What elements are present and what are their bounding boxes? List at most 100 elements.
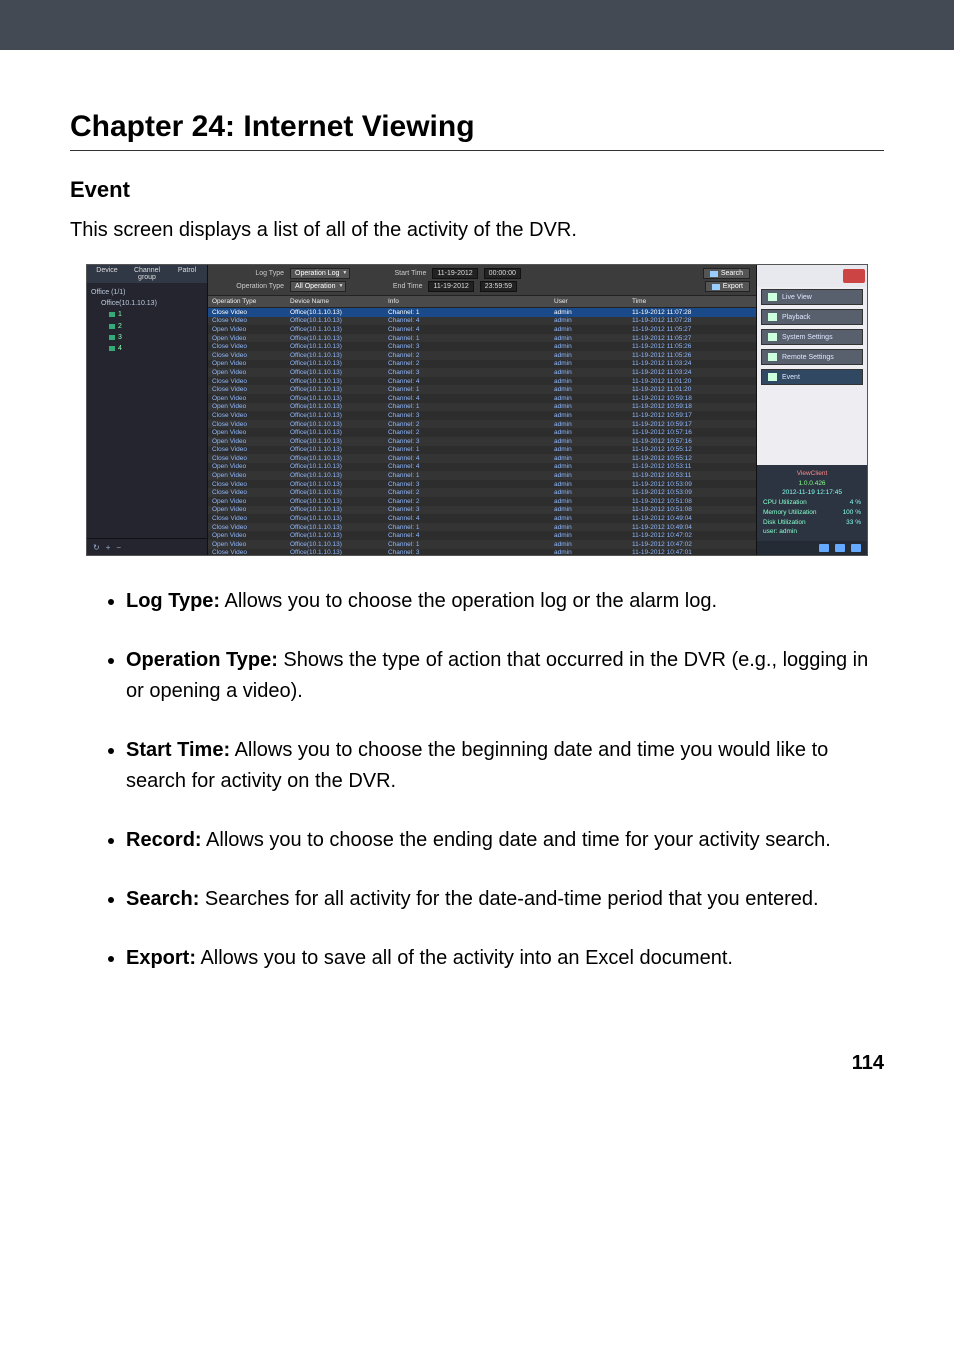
log-type-select[interactable]: Operation Log [290,268,350,279]
table-cell: admin [550,446,628,455]
table-row[interactable]: Open VideoOffice(10.1.10.13)Channel: 2ad… [208,428,756,437]
table-row[interactable]: Open VideoOffice(10.1.10.13)Channel: 1ad… [208,540,756,549]
feature-bullet: Export: Allows you to save all of the ac… [126,943,884,974]
table-row[interactable]: Open VideoOffice(10.1.10.13)Channel: 3ad… [208,506,756,515]
col-device-name[interactable]: Device Name [286,296,384,307]
table-cell: Office(10.1.10.13) [286,385,384,394]
chapter-title: Chapter 24: Internet Viewing [70,110,884,144]
table-row[interactable]: Open VideoOffice(10.1.10.13)Channel: 2ad… [208,360,756,369]
table-row[interactable]: Close VideoOffice(10.1.10.13)Channel: 3a… [208,411,756,420]
table-row[interactable]: Close VideoOffice(10.1.10.13)Channel: 1a… [208,523,756,532]
table-cell: Open Video [208,360,286,369]
operation-type-select[interactable]: All Operation [290,281,346,292]
end-date-input[interactable]: 11-19-2012 [428,281,473,292]
tab-patrol[interactable]: Patrol [167,265,207,283]
table-row[interactable]: Close VideoOffice(10.1.10.13)Channel: 4a… [208,317,756,326]
nav-event[interactable]: Event [761,369,863,385]
table-row[interactable]: Open VideoOffice(10.1.10.13)Channel: 3ad… [208,368,756,377]
table-row[interactable]: Close VideoOffice(10.1.10.13)Channel: 3a… [208,549,756,555]
table-row[interactable]: Close VideoOffice(10.1.10.13)Channel: 1a… [208,446,756,455]
start-date-input[interactable]: 11-19-2012 [432,268,477,279]
table-row[interactable]: Open VideoOffice(10.1.10.13)Channel: 4ad… [208,463,756,472]
status-icon-1[interactable] [819,544,829,552]
table-row[interactable]: Open VideoOffice(10.1.10.13)Channel: 2ad… [208,497,756,506]
table-cell: Open Video [208,403,286,412]
table-row[interactable]: Open VideoOffice(10.1.10.13)Channel: 4ad… [208,531,756,540]
table-cell: admin [550,471,628,480]
end-time-input[interactable]: 23:59:59 [480,281,517,292]
table-cell: Channel: 3 [384,506,550,515]
table-row[interactable]: Close VideoOffice(10.1.10.13)Channel: 2a… [208,488,756,497]
table-cell: Office(10.1.10.13) [286,334,384,343]
table-cell: Channel: 1 [384,308,550,317]
nav-playback[interactable]: Playback [761,309,863,325]
col-operation-type[interactable]: Operation Type [208,296,286,307]
tree-device[interactable]: Office(10.1.10.13) [91,298,203,309]
col-time[interactable]: Time [628,296,756,307]
table-cell: admin [550,308,628,317]
end-time-label: End Time [352,283,422,290]
table-row[interactable]: Open VideoOffice(10.1.10.13)Channel: 3ad… [208,437,756,446]
start-time-input[interactable]: 00:00:00 [484,268,521,279]
table-cell: Open Video [208,334,286,343]
col-user[interactable]: User [550,296,628,307]
feature-bullet: Start Time: Allows you to choose the beg… [126,735,884,797]
table-cell: admin [550,351,628,360]
search-button[interactable]: Search [703,268,750,279]
power-icon[interactable] [851,544,861,552]
refresh-button[interactable]: ↻ [93,543,100,552]
mem-label: Memory Utilization [763,509,816,516]
table-row[interactable]: Open VideoOffice(10.1.10.13)Channel: 4ad… [208,394,756,403]
table-cell: Open Video [208,540,286,549]
status-bar [757,541,867,555]
nav-system-settings[interactable]: System Settings [761,329,863,345]
tree-cam-3[interactable]: 3 [91,332,203,343]
table-cell: Close Video [208,385,286,394]
table-cell: Office(10.1.10.13) [286,531,384,540]
table-row[interactable]: Close VideoOffice(10.1.10.13)Channel: 4a… [208,514,756,523]
table-cell: Open Video [208,437,286,446]
table-cell: Office(10.1.10.13) [286,360,384,369]
bullet-text: Allows you to choose the operation log o… [220,590,717,612]
col-info[interactable]: Info [384,296,550,307]
table-cell: Channel: 1 [384,334,550,343]
tree-cam-4[interactable]: 4 [91,343,203,354]
table-cell: Office(10.1.10.13) [286,549,384,555]
table-row[interactable]: Open VideoOffice(10.1.10.13)Channel: 4ad… [208,325,756,334]
nav-live-view[interactable]: Live View [761,289,863,305]
table-row[interactable]: Close VideoOffice(10.1.10.13)Channel: 3a… [208,342,756,351]
table-row[interactable]: Close VideoOffice(10.1.10.13)Channel: 2a… [208,420,756,429]
remove-button[interactable]: − [116,543,121,552]
table-row[interactable]: Close VideoOffice(10.1.10.13)Channel: 1a… [208,385,756,394]
add-button[interactable]: + [106,543,111,552]
page-number: 114 [0,1042,954,1105]
lock-icon[interactable] [835,544,845,552]
tree-cam-1[interactable]: 1 [91,309,203,320]
table-row[interactable]: Open VideoOffice(10.1.10.13)Channel: 1ad… [208,403,756,412]
table-cell: 11-19-2012 10:53:09 [628,488,756,497]
table-cell: admin [550,360,628,369]
table-row[interactable]: Open VideoOffice(10.1.10.13)Channel: 1ad… [208,334,756,343]
tab-channel-group[interactable]: Channel group [127,265,167,283]
table-row[interactable]: Close VideoOffice(10.1.10.13)Channel: 2a… [208,351,756,360]
tree-cam-2[interactable]: 2 [91,321,203,332]
tab-device[interactable]: Device [87,265,127,283]
table-cell: Office(10.1.10.13) [286,437,384,446]
table-row[interactable]: Close VideoOffice(10.1.10.13)Channel: 4a… [208,377,756,386]
table-cell: Office(10.1.10.13) [286,540,384,549]
tree-root[interactable]: Office (1/1) [91,287,203,298]
table-row[interactable]: Close VideoOffice(10.1.10.13)Channel: 1a… [208,308,756,317]
nav-remote-settings[interactable]: Remote Settings [761,349,863,365]
table-cell: Office(10.1.10.13) [286,377,384,386]
table-row[interactable]: Open VideoOffice(10.1.10.13)Channel: 1ad… [208,471,756,480]
table-cell: Channel: 4 [384,394,550,403]
table-cell: 11-19-2012 11:05:27 [628,334,756,343]
table-cell: 11-19-2012 10:59:17 [628,411,756,420]
table-row[interactable]: Close VideoOffice(10.1.10.13)Channel: 3a… [208,480,756,489]
table-cell: Channel: 2 [384,497,550,506]
table-cell: admin [550,317,628,326]
log-type-label: Log Type [214,270,284,277]
table-cell: Office(10.1.10.13) [286,325,384,334]
export-button[interactable]: Export [705,281,750,292]
table-row[interactable]: Close VideoOffice(10.1.10.13)Channel: 4a… [208,454,756,463]
